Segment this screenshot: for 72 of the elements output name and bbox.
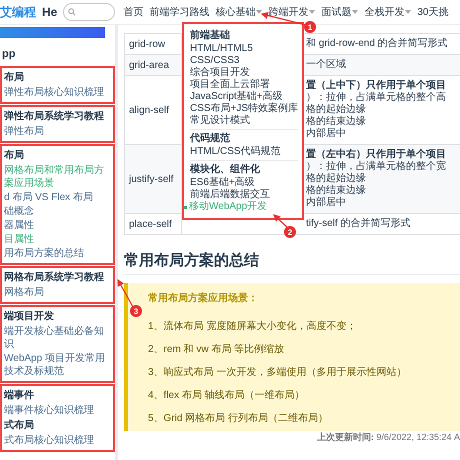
sidebar-link[interactable]: 弹性布局核心知识梳理 xyxy=(4,86,111,99)
table-cell-text: 内部居中 xyxy=(306,197,347,209)
sidebar-link[interactable]: d 布局 VS Flex 布局 xyxy=(4,191,111,204)
sidebar-link[interactable]: 端事件核心知识梳理 xyxy=(4,404,111,417)
sidebar-link[interactable]: 用布局方案的总结 xyxy=(4,247,111,260)
sidebar-link[interactable]: 器属性 xyxy=(4,219,111,232)
menu-heading: 模块化、组件化 xyxy=(190,163,261,176)
sidebar-title: pp xyxy=(2,48,16,60)
sidebar-heading[interactable]: 布局 xyxy=(4,70,111,85)
sidebar-heading[interactable]: 弹性布局系统学习教程 xyxy=(4,109,111,124)
caret-icon xyxy=(309,10,316,14)
nav-link[interactable]: 30天挑 xyxy=(417,5,448,19)
table-cell-text: 和 grid-row-end 的合并简写形式 xyxy=(306,38,449,50)
menu-heading: 前端基础 xyxy=(190,29,231,42)
sidebar-link[interactable]: 式布局核心知识梳理 xyxy=(4,434,111,447)
annotation-arrow xyxy=(273,214,288,228)
sidebar-link[interactable]: WebApp 项目开发常用技术及标规范 xyxy=(4,352,111,378)
table-cell-text: 置（上中下）只作用于单个项目 xyxy=(306,80,447,92)
sidebar-link[interactable]: 网格布局 xyxy=(4,286,111,299)
menu-item[interactable]: CSS布局+JS特效案例库 xyxy=(190,103,298,115)
tip-item: 5、Grid 网格布局 行列布局（二维布局） xyxy=(148,412,330,425)
table-cell-text: 一个区域 xyxy=(306,59,347,71)
tip-item: 2、rem 和 vw 布局 等比例缩放 xyxy=(148,342,286,356)
table-cell-text: 格的起始边缘 xyxy=(306,104,367,116)
tip-item: 3、响应式布局 一次开发，多端使用（多用于展示性网站） xyxy=(148,366,408,379)
menu-item[interactable]: ES6基础+高级 xyxy=(190,177,298,189)
menu-item[interactable]: HTML/HTML5 xyxy=(190,43,298,55)
menu-item[interactable]: HTML/CSS代码规范 xyxy=(190,146,298,158)
table-cell-text: ）：拉伸，占满单元格的整个高 xyxy=(306,92,447,104)
search-icon xyxy=(68,8,76,16)
table-cell-text: 格的起始边缘 xyxy=(306,173,367,184)
nav-link[interactable]: 全栈开发 xyxy=(364,5,412,19)
annotation-arrow xyxy=(117,278,134,308)
menu-item[interactable]: CSS/CSS3 xyxy=(190,55,298,67)
caret-icon xyxy=(352,10,358,14)
tip-item: 4、flex 布局 轴线布局（一维布局） xyxy=(148,388,306,402)
bullet-icon xyxy=(184,206,187,208)
table-cell-text: 格的结束边缘 xyxy=(306,116,367,128)
sidebar-heading[interactable]: 网格布局系统学习教程 xyxy=(4,270,111,285)
sidebar-heading[interactable]: 布局 xyxy=(4,148,111,163)
nav-link[interactable]: 跨端开发 xyxy=(268,5,316,19)
sidebar-link[interactable]: 础概念 xyxy=(4,205,111,218)
menu-item[interactable]: 常见设计模式 xyxy=(190,115,298,127)
sidebar-heading[interactable]: 端项目开发 xyxy=(4,309,111,324)
nav-link[interactable]: 前端学习路线 xyxy=(149,5,210,19)
menu-item[interactable]: 前端后端数据交互 xyxy=(190,189,298,201)
caret-icon xyxy=(405,10,412,14)
nav-link[interactable]: 首页 xyxy=(123,5,144,19)
menu-item[interactable]: 项目全面上云部署 xyxy=(190,79,298,91)
tip-title: 常用布局方案应用场景： xyxy=(148,291,259,305)
annotation-number: 1 xyxy=(304,21,316,33)
annotation-number: 2 xyxy=(284,226,296,238)
menu-item[interactable]: 综合项目开发 xyxy=(190,67,298,79)
section-heading: 常用布局方案的总结 xyxy=(124,251,460,275)
nav-link[interactable]: 面试题 xyxy=(321,5,358,19)
site-name: He xyxy=(42,5,58,19)
table-cell-text: tify-self 的合并简写形式 xyxy=(306,218,412,230)
sidebar-heading[interactable]: 式布局 xyxy=(4,418,111,433)
table-cell-text: ）：拉伸，占满单元格的整个宽 xyxy=(306,161,447,172)
sidebar-heading[interactable]: 端事件 xyxy=(4,388,111,403)
table-cell-text: 内部居中 xyxy=(306,128,347,140)
menu-heading: 代码规范 xyxy=(190,132,231,145)
tip-item: 1、流体布局 宽度随屏幕大小变化，高度不变； xyxy=(148,320,358,333)
sidebar-link[interactable]: 端开发核心基础必备知识 xyxy=(4,325,111,351)
nav-link[interactable]: 核心基础 xyxy=(215,5,262,19)
last-updated-text: 上次更新时间: 9/6/2022, 12:35:24 A xyxy=(316,431,460,444)
table-cell-text: 置（左中右）只作用于单个项目 xyxy=(306,149,447,160)
search-field[interactable] xyxy=(63,3,116,21)
caret-icon xyxy=(256,10,262,14)
menu-item[interactable]: JavaScript基础+高级 xyxy=(190,91,298,103)
table-cell-text: 格的结束边缘 xyxy=(306,185,367,196)
sidebar-link[interactable]: 弹性布局 xyxy=(4,125,111,138)
